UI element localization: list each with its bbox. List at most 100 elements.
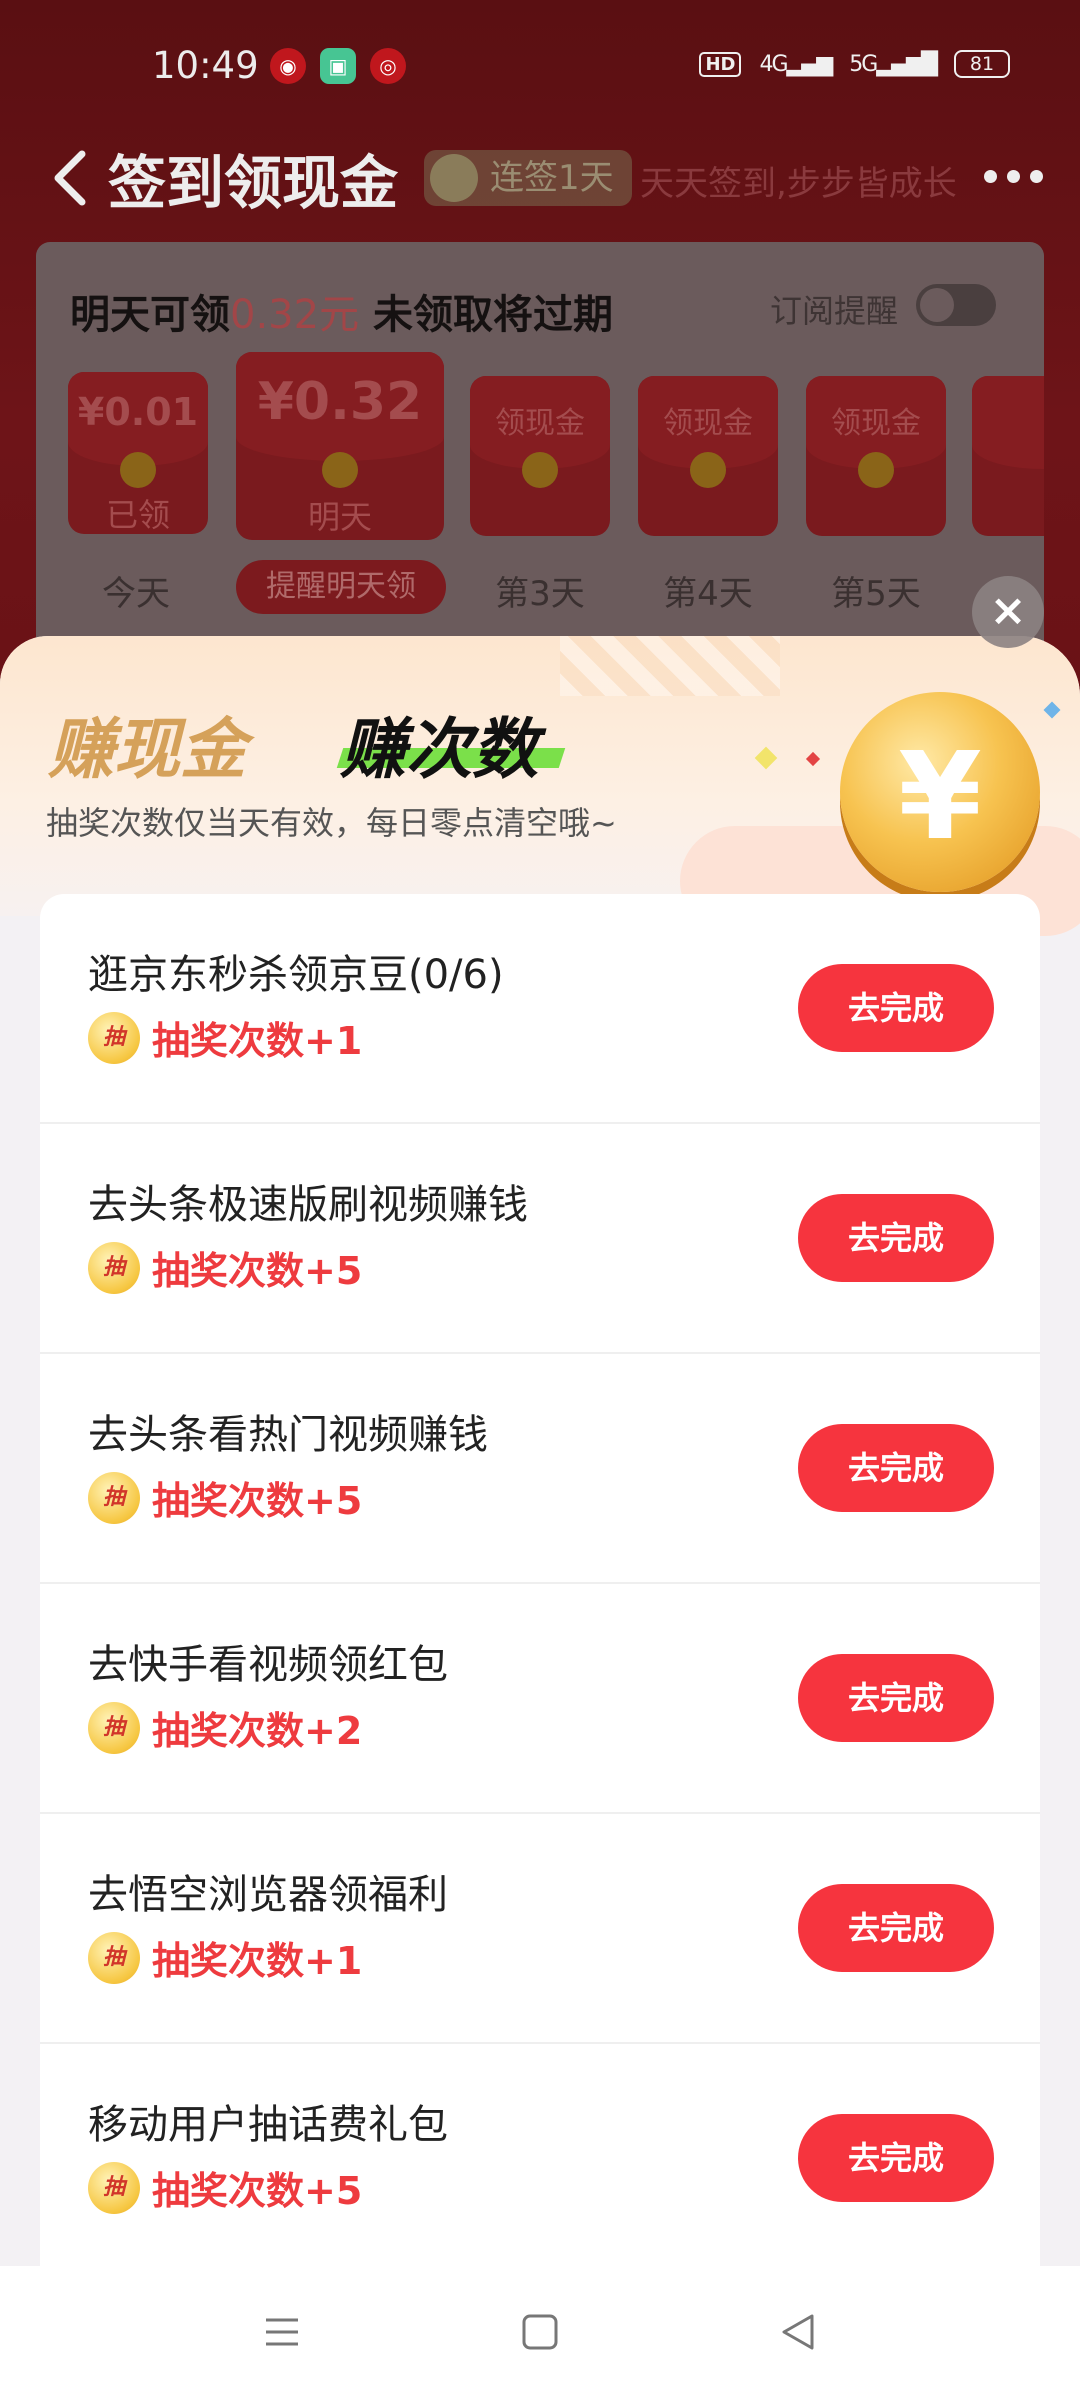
net-label-2: 5G xyxy=(849,51,878,77)
streak-badge: 连签1天 xyxy=(424,150,632,206)
day-label-today: 今天 xyxy=(102,574,170,614)
reward-text: 抽奖次数+1 xyxy=(152,1939,363,1983)
headline-pre: 明天可领 xyxy=(70,292,230,338)
day-label-5: 第5天 xyxy=(831,574,921,614)
signal-5g-icon: 5G▂▄▆█ xyxy=(849,51,938,77)
menu-icon[interactable] xyxy=(252,2302,312,2362)
bank-app-icon-2: ◎ xyxy=(370,48,406,84)
signal-4g-icon: 4G▂▄▆ xyxy=(759,51,833,77)
coin-symbol: ¥ xyxy=(898,728,982,867)
day-label-3: 第3天 xyxy=(495,574,585,614)
subscribe-reminder-toggle[interactable] xyxy=(916,284,996,326)
reward-text: 抽奖次数+5 xyxy=(152,1479,363,1523)
task-title: 移动用户抽话费礼包 xyxy=(88,2102,448,2148)
task-reward: 抽 抽奖次数+1 xyxy=(88,1930,362,1985)
task-reward: 抽 抽奖次数+5 xyxy=(88,2160,362,2215)
go-complete-button[interactable]: 去完成 xyxy=(798,1424,994,1512)
task-title: 去快手看视频领红包 xyxy=(88,1642,448,1688)
sign-headline: 明天可领0.32元 未领取将过期 xyxy=(70,282,613,340)
task-list: 逛京东秒杀领京豆(0/6) 抽 抽奖次数+1 去完成 去头条极速版刷视频赚钱 抽… xyxy=(40,894,1040,2266)
packet-status: 明天 xyxy=(307,498,372,536)
streak-icon xyxy=(430,154,478,202)
red-packet-day5[interactable]: 领现金 xyxy=(806,376,946,536)
packet-seal-icon xyxy=(322,452,358,488)
headline-post: 未领取将过期 xyxy=(359,292,613,338)
task-reward: 抽 抽奖次数+5 xyxy=(88,1470,362,1525)
go-complete-button[interactable]: 去完成 xyxy=(798,1654,994,1742)
task-title: 逛京东秒杀领京豆(0/6) xyxy=(88,952,504,998)
page-title: 签到领现金 xyxy=(108,149,399,217)
more-icon[interactable] xyxy=(984,170,1043,183)
yuan-coin-icon: ¥ xyxy=(840,692,1040,892)
slogan-text: 天天签到,步步皆成长 xyxy=(640,164,957,204)
day-label-4: 第4天 xyxy=(663,574,753,614)
task-title: 去头条看热门视频赚钱 xyxy=(88,1412,488,1458)
draw-coin-icon: 抽 xyxy=(88,1011,140,1064)
task-sheet: ¥ 赚现金 赚次数 抽奖次数仅当天有效，每日零点清空哦~ 逛京东秒杀领京豆(0/… xyxy=(0,636,1080,2266)
system-nav-bar xyxy=(0,2266,1080,2400)
headline-amount: 0.32元 xyxy=(230,292,360,338)
task-item: 去悟空浏览器领福利 抽 抽奖次数+1 去完成 xyxy=(40,1814,1040,2044)
home-icon[interactable] xyxy=(510,2302,570,2362)
packet-seal-icon xyxy=(690,452,726,488)
task-item: 移动用户抽话费礼包 抽 抽奖次数+5 去完成 xyxy=(40,2044,1040,2266)
subscribe-reminder-label: 订阅提醒 xyxy=(770,292,899,330)
task-reward: 抽 抽奖次数+5 xyxy=(88,1240,362,1295)
status-bar: 10:49 ◉ ▣ ◎ HD 4G▂▄▆ 5G▂▄▆█ 81 xyxy=(0,0,1080,130)
red-packet-day1[interactable]: ¥0.01 已领 xyxy=(68,372,208,534)
task-item: 去快手看视频领红包 抽 抽奖次数+2 去完成 xyxy=(40,1584,1040,1814)
red-packet-day3[interactable]: 领现金 xyxy=(470,376,610,536)
task-item: 去头条看热门视频赚钱 抽 抽奖次数+5 去完成 xyxy=(40,1354,1040,1584)
go-complete-button[interactable]: 去完成 xyxy=(798,964,994,1052)
go-complete-button[interactable]: 去完成 xyxy=(798,1884,994,1972)
sign-in-card: 明天可领0.32元 未领取将过期 订阅提醒 ¥0.01 已领 ¥0.32 明天 … xyxy=(36,242,1044,662)
back-arrow-icon[interactable] xyxy=(44,146,100,210)
draw-coin-icon: 抽 xyxy=(88,1701,140,1754)
red-packet-day2[interactable]: ¥0.32 明天 xyxy=(236,352,444,540)
go-complete-button[interactable]: 去完成 xyxy=(798,2114,994,2202)
packet-seal-icon xyxy=(120,452,156,488)
tab-earn-cash[interactable]: 赚现金 xyxy=(48,696,246,792)
packet-status: 已领 xyxy=(105,496,170,534)
task-title: 去头条极速版刷视频赚钱 xyxy=(88,1182,528,1228)
reward-text: 抽奖次数+5 xyxy=(152,1249,363,1293)
battery-icon: 81 xyxy=(954,50,1010,78)
task-item: 逛京东秒杀领京豆(0/6) 抽 抽奖次数+1 去完成 xyxy=(40,894,1040,1124)
packet-amount: 领现金 xyxy=(663,406,753,441)
bank-app-icon: ◉ xyxy=(270,48,306,84)
chat-app-icon: ▣ xyxy=(320,48,356,84)
notification-icons: ◉ ▣ ◎ xyxy=(270,48,406,84)
red-packet-day4[interactable]: 领现金 xyxy=(638,376,778,536)
top-nav: 签到领现金 连签1天 天天签到,步步皆成长 xyxy=(0,130,1080,230)
draw-coin-icon: 抽 xyxy=(88,1471,140,1524)
sheet-subtitle: 抽奖次数仅当天有效，每日零点清空哦~ xyxy=(46,804,617,842)
task-reward: 抽 抽奖次数+1 xyxy=(88,1010,362,1065)
status-time: 10:49 xyxy=(152,44,259,87)
packet-amount: 领现金 xyxy=(831,406,921,441)
draw-coin-icon: 抽 xyxy=(88,2161,140,2214)
net-label-1: 4G xyxy=(759,51,788,77)
packet-amount: ¥0.01 xyxy=(77,390,199,434)
red-packet-day6[interactable] xyxy=(972,376,1044,536)
draw-coin-icon: 抽 xyxy=(88,1931,140,1984)
task-item: 去头条极速版刷视频赚钱 抽 抽奖次数+5 去完成 xyxy=(40,1124,1040,1354)
packet-amount: ¥0.32 xyxy=(257,372,423,432)
checker-decoration xyxy=(560,636,780,696)
packet-seal-icon xyxy=(522,452,558,488)
packet-amount: 领现金 xyxy=(495,406,585,441)
reward-text: 抽奖次数+2 xyxy=(152,1709,363,1753)
reward-text: 抽奖次数+5 xyxy=(152,2169,363,2213)
remind-tomorrow-button[interactable]: 提醒明天领 xyxy=(236,560,446,614)
reward-text: 抽奖次数+1 xyxy=(152,1019,363,1063)
task-reward: 抽 抽奖次数+2 xyxy=(88,1700,362,1755)
task-title: 去悟空浏览器领福利 xyxy=(88,1872,448,1918)
tab-earn-draws[interactable]: 赚次数 xyxy=(340,696,538,792)
streak-label: 连签1天 xyxy=(490,158,614,198)
packet-seal-icon xyxy=(858,452,894,488)
go-complete-button[interactable]: 去完成 xyxy=(798,1194,994,1282)
system-icons: HD 4G▂▄▆ 5G▂▄▆█ 81 xyxy=(699,50,1010,78)
draw-coin-icon: 抽 xyxy=(88,1241,140,1294)
hd-icon: HD xyxy=(699,51,742,77)
close-sheet-button[interactable]: × xyxy=(972,576,1044,648)
back-icon[interactable] xyxy=(768,2302,828,2362)
